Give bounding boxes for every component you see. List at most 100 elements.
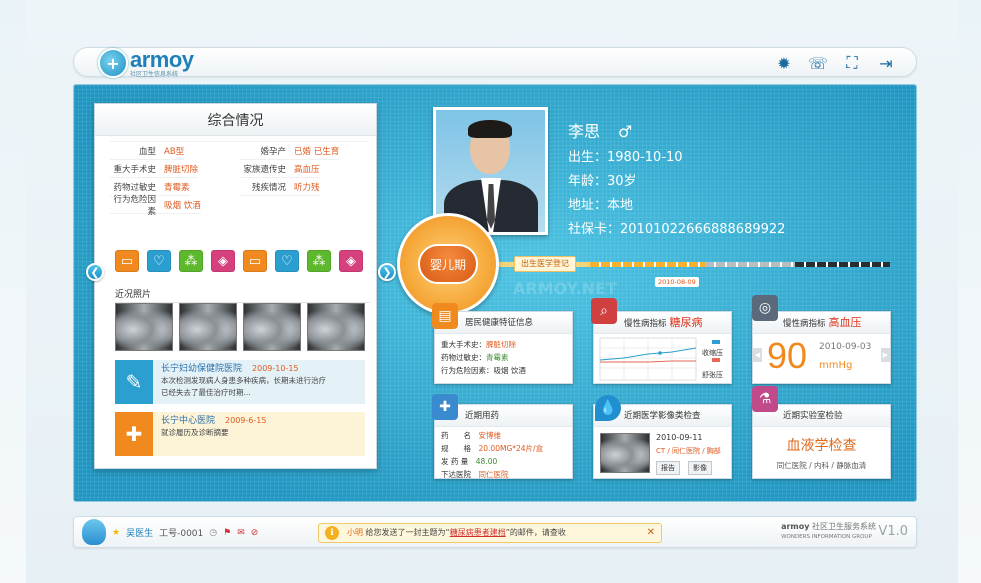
imaging-thumbnail[interactable]	[600, 433, 650, 473]
record-item[interactable]: ✚ 长宁中心医院 2009-6-15 就诊履历及诊断摘要	[115, 412, 365, 456]
monitor-icon[interactable]: ▭	[115, 250, 139, 272]
bp-date: 2010-09-03	[819, 342, 872, 352]
fullscreen-icon[interactable]: ⛶	[842, 53, 862, 72]
close-icon[interactable]: ✕	[647, 524, 655, 542]
imaging-meta: CT / 同仁医院 / 胸部	[656, 447, 721, 455]
patient-birth: 出生：1980-10-10	[568, 150, 683, 165]
patient-social-card: 社保卡：20101022666888689922	[568, 222, 786, 237]
life-stage-label: 婴儿期	[418, 244, 478, 284]
legend-label: 收缩压	[702, 349, 723, 357]
record-title: 长宁妇幼保健院医院	[161, 364, 243, 374]
notice-icon: ℹ	[325, 526, 339, 540]
id-card-icon: ▤	[432, 303, 458, 329]
brand-subtitle: 社区卫生信息系统	[130, 70, 179, 78]
user-avatar-icon[interactable]	[82, 519, 106, 545]
doctor-id: 工号-0001	[159, 529, 204, 539]
summary-card: 综合情况 血型 AB型 重大手术史 脾脏切除 药物过敏史 青霉素 行为危险因素 吸烟 饮…	[94, 103, 377, 469]
pills-icon: ✚	[432, 394, 458, 420]
info-row: 血型 AB型	[110, 142, 185, 160]
molecule-icon[interactable]: ⁂	[179, 250, 203, 272]
timeline-event-label[interactable]: 出生医学登记	[514, 256, 576, 272]
molecule-icon[interactable]: ⁂	[307, 250, 331, 272]
footer-brand: armoy 社区卫生服务系统 WONDERS INFORMATION GROUP	[781, 522, 876, 540]
phone-icon[interactable]: ☏	[808, 54, 828, 73]
widget-emphasis: 高血压	[828, 316, 862, 329]
xray-photo[interactable]	[179, 303, 237, 351]
widget-emphasis: 糖尿病	[669, 316, 703, 329]
summary-title: 综合情况	[95, 104, 376, 136]
info-row: 重大手术史 脾脏切除	[110, 160, 199, 178]
logo: + armoy 社区卫生信息系统	[98, 48, 194, 78]
record-text: 本次检测发现病人身患多种疾病，长期未进行治疗	[161, 376, 326, 385]
next-arrow-icon[interactable]: ❯	[378, 263, 396, 281]
patient-name: 李思 ♂	[568, 122, 633, 141]
info-row: 残疾情况 听力残	[240, 178, 320, 196]
star-icon: ★	[112, 527, 121, 538]
xray-photo[interactable]	[115, 303, 173, 351]
category-icons: ▭ ♡ ⁂ ◈ ▭ ♡ ⁂ ◈	[115, 250, 363, 272]
brand-name: armoy	[130, 46, 194, 72]
record-title: 长宁中心医院	[161, 416, 216, 426]
clock-icon[interactable]: ◷	[209, 528, 217, 538]
report-button[interactable]: 报告	[656, 461, 680, 475]
legend-label: 舒张压	[702, 371, 723, 379]
watermark: ARMOY.NET	[513, 279, 617, 298]
lab-widget[interactable]: 近期实验室检验 血液学检查 同仁医院 / 内科 / 静脉血清	[752, 404, 891, 479]
diamond-icon[interactable]: ◈	[211, 250, 235, 272]
male-icon: ♂	[618, 122, 633, 141]
record-text: 已经失去了最佳治疗时期...	[161, 388, 251, 397]
prev-arrow-icon[interactable]: ❮	[86, 263, 104, 281]
notice-sender: 小明	[347, 528, 363, 537]
notice-text: ”的邮件，请查收	[505, 528, 566, 537]
syringe-icon: ✎	[115, 360, 153, 404]
record-text: 就诊履历及诊断摘要	[161, 428, 229, 437]
photos-title: 近况照片	[115, 287, 370, 303]
info-row: 婚孕产 已婚 已生育	[240, 142, 340, 160]
monitor-icon[interactable]: ▭	[243, 250, 267, 272]
hypertension-widget[interactable]: 慢性病指标 高血压 ◀ ▶ 90 2010-09-03 mmHg	[752, 311, 891, 384]
life-stage-dial[interactable]: 婴儿期	[397, 213, 499, 315]
imaging-date: 2010-09-11	[656, 433, 703, 442]
heart-icon[interactable]: ♡	[275, 250, 299, 272]
widget-title: 慢性病指标	[624, 319, 667, 329]
xray-photo[interactable]	[307, 303, 365, 351]
logo-cross-icon: +	[98, 48, 128, 78]
patient-address: 地址：本地	[568, 198, 634, 213]
bp-unit: mmHg	[819, 360, 853, 371]
prev-value-icon[interactable]: ◀	[753, 348, 762, 362]
info-row: 家族遗传史 高血压	[240, 160, 320, 178]
patient-age: 年龄：30岁	[568, 174, 637, 189]
photo-strip	[115, 303, 365, 351]
notice-subject-link[interactable]: 糖尿病患者建档	[450, 528, 506, 537]
test-tubes-icon: ⚗	[752, 386, 778, 412]
record-date: 2009-6-15	[225, 416, 267, 425]
xray-photo[interactable]	[243, 303, 301, 351]
blood-pressure-icon: ◎	[752, 295, 778, 321]
medicine-bottle-icon: ✚	[115, 412, 153, 456]
top-bar: + armoy 社区卫生信息系统 ✹ ☏ ⛶ ⇥	[73, 47, 917, 78]
mail-icon[interactable]: ✉	[237, 528, 245, 538]
record-date: 2009-10-15	[252, 364, 299, 373]
drop-icon: 💧	[595, 395, 621, 421]
bp-value: 90	[767, 335, 808, 376]
version-label: V1.0	[878, 524, 908, 539]
info-row: 行为危险因素 吸烟 饮酒	[110, 195, 201, 217]
diamond-icon[interactable]: ◈	[339, 250, 363, 272]
doctor-name[interactable]: 吴医生	[126, 526, 153, 539]
lab-meta: 同仁医院 / 内科 / 静脉血清	[776, 461, 867, 470]
notice-text: 给您发送了一封主题为“	[365, 528, 450, 537]
image-button[interactable]: 影像	[688, 461, 712, 475]
lab-test-type: 血液学检查	[786, 438, 857, 454]
status-bar: ★ 吴医生 工号-0001 ◷ ⚑ ✉ ⊘ ℹ 小明 给您发送了一封主题为“糖尿…	[73, 516, 917, 548]
notification-bar[interactable]: ℹ 小明 给您发送了一封主题为“糖尿病患者建档”的邮件，请查收 ✕	[318, 523, 662, 543]
record-item[interactable]: ✎ 长宁妇幼保健院医院 2009-10-15 本次检测发现病人身患多种疾病，长期未…	[115, 360, 365, 404]
exit-icon[interactable]: ⇥	[876, 54, 896, 73]
block-icon[interactable]: ⊘	[251, 528, 259, 538]
next-value-icon[interactable]: ▶	[881, 348, 890, 362]
timeline-event-date: 2010-08-09	[655, 277, 699, 287]
flag-icon[interactable]: ⚑	[223, 528, 231, 538]
search-record-icon: ⌕	[591, 298, 617, 324]
heart-icon[interactable]: ♡	[147, 250, 171, 272]
widget-title: 慢性病指标	[783, 319, 826, 329]
gear-icon[interactable]: ✹	[774, 54, 794, 73]
